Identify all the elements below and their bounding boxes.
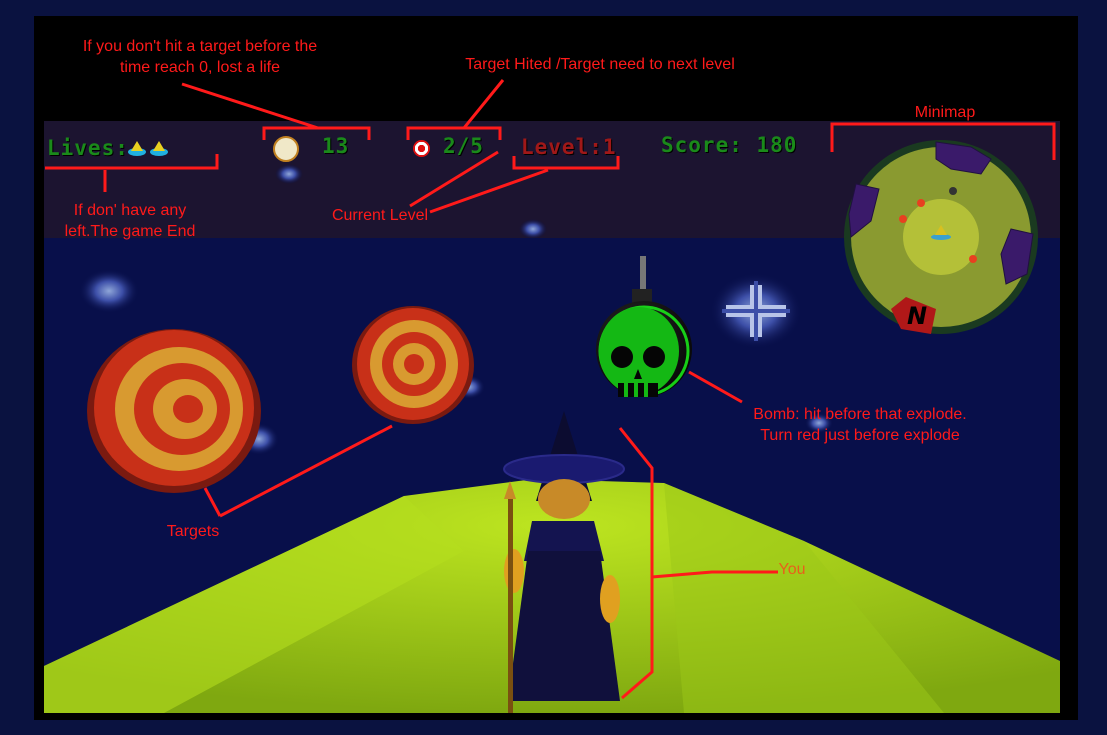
minimap-annotation: Minimap <box>914 104 976 121</box>
bomb-annotation-line2: Turn red just before explode <box>760 427 960 444</box>
level-annotation: Current Level <box>331 207 429 224</box>
bomb-annotation-line1: Bomb: hit before that explode. <box>753 406 967 423</box>
targets-label: Targets <box>166 523 220 540</box>
lives-annotation-line2: left.The game End <box>64 223 196 240</box>
you-label: You <box>778 561 806 578</box>
targets-annotation: Target Hited /Target need to next level <box>465 56 735 73</box>
timer-annotation-line2: time reach 0, lost a life <box>119 59 281 76</box>
lives-annotation-line1: If don' have any <box>73 202 187 219</box>
timer-annotation-line1: If you don't hit a target before the <box>82 38 318 55</box>
